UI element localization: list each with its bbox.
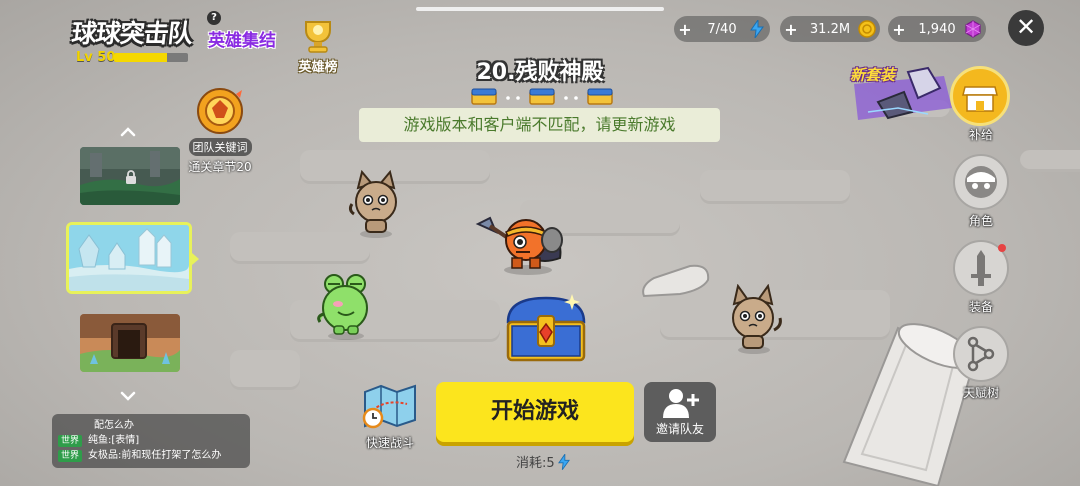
add-gem-icon[interactable]: + — [888, 20, 910, 39]
game-logo: 球球突击队 — [70, 10, 212, 50]
chest-icon — [471, 88, 497, 105]
player-level: Lv 50 — [76, 50, 116, 65]
chat-text: 纯鱼:[表情] — [88, 435, 140, 446]
chevron-down-icon[interactable] — [120, 386, 136, 401]
character-icon — [965, 166, 997, 198]
chat-line: 世界 纯鱼:[表情] — [58, 433, 244, 448]
invite-teammate-button[interactable]: 邀请队友 — [644, 382, 716, 442]
shop-icon — [962, 86, 998, 112]
chest-icon — [587, 88, 613, 105]
world-chat-panel[interactable]: 配怎么办 世界 纯鱼:[表情] 世界 女极品:前和现任打架了怎么办 — [52, 414, 250, 468]
exp-bar-fill — [114, 53, 168, 62]
new-outfit-label: 新套装 — [850, 66, 896, 84]
energy-bolt-icon — [557, 453, 570, 470]
energy-value: 7/40 — [707, 21, 737, 37]
floor-tile — [1020, 150, 1080, 172]
clear-chapter-label: 通关章节20 — [188, 160, 252, 174]
add-gold-icon[interactable]: + — [780, 20, 802, 39]
guild-name[interactable]: 英雄集结 — [208, 26, 276, 51]
chat-channel-badge: 世界 — [58, 434, 83, 447]
start-game-button[interactable]: 开始游戏 — [436, 382, 634, 442]
gold-counter[interactable]: + 31.2M — [780, 16, 880, 42]
chat-text: 女极品:前和现任打架了怎么办 — [88, 450, 222, 461]
treasure-chest[interactable] — [502, 292, 590, 370]
level-card-forest[interactable] — [80, 147, 180, 205]
quick-battle-label: 快速战斗 — [365, 436, 414, 450]
hero-character — [474, 202, 570, 282]
hero-ranking-button[interactable]: 英雄榜 — [292, 14, 344, 75]
chevron-up-icon[interactable] — [120, 122, 136, 137]
gold-value: 31.2M — [809, 21, 851, 37]
floor-tile — [700, 170, 850, 204]
team-keyword-label: 团队关键词 — [188, 138, 252, 156]
exp-bar — [114, 53, 188, 62]
energy-counter[interactable]: + 7/40 — [674, 16, 770, 42]
chat-text: 配怎么办 — [94, 420, 134, 431]
supply-label: 补给 — [968, 128, 993, 142]
energy-bolt-icon — [748, 20, 766, 38]
add-friend-icon — [663, 389, 699, 418]
rock-obstacle — [640, 262, 712, 306]
map-icon — [362, 384, 416, 429]
gem-counter[interactable]: + 1,940 — [888, 16, 986, 42]
chat-line: 配怎么办 — [58, 418, 244, 433]
lock-icon — [124, 169, 138, 184]
chest-icon — [529, 88, 555, 105]
supply-button[interactable] — [950, 66, 1010, 126]
add-energy-icon[interactable]: + — [674, 20, 696, 39]
talent-tree-label: 天赋树 — [962, 386, 999, 400]
cat-enemy — [722, 283, 786, 360]
quick-battle-button[interactable]: 快速战斗 — [360, 384, 420, 451]
purple-gem-icon — [964, 20, 982, 38]
help-icon[interactable]: ? — [207, 11, 221, 25]
energy-cost: 消耗:5 — [516, 452, 570, 471]
hero-ranking-label: 英雄榜 — [298, 60, 338, 75]
new-outfit-banner[interactable]: 新套装 — [848, 62, 956, 124]
role-label: 角色 — [968, 214, 993, 228]
stage-title: 20.残败神殿 — [476, 60, 604, 85]
talent-tree-button[interactable] — [953, 326, 1009, 382]
chat-channel-badge: 世界 — [58, 449, 83, 462]
invite-teammate-label: 邀请队友 — [655, 422, 704, 436]
stage-chest-progress — [470, 86, 616, 106]
selected-indicator — [192, 253, 199, 265]
team-emblem-icon — [192, 86, 248, 136]
pull-handle[interactable] — [416, 7, 664, 11]
trophy-icon — [298, 14, 338, 54]
frog-ally — [316, 270, 378, 346]
chat-line: 世界 女极品:前和现任打架了怎么办 — [58, 448, 244, 463]
battle-scene: 球球突击队 ? 英雄集结 Lv 50 英雄榜 + 7/40 + 31.2M + — [0, 0, 1080, 486]
notification-dot — [998, 244, 1006, 252]
version-mismatch-notice: 游戏版本和客户端不匹配，请更新游戏 — [359, 108, 720, 142]
level-card-cave[interactable] — [80, 314, 180, 372]
role-button[interactable] — [953, 154, 1009, 210]
talent-tree-icon — [967, 336, 995, 372]
cat-enemy — [346, 169, 406, 244]
floor-tile — [230, 350, 300, 390]
gold-coin-icon — [858, 20, 876, 38]
level-card-ice-temple[interactable] — [66, 222, 192, 294]
equipment-label: 装备 — [968, 300, 993, 314]
gem-value: 1,940 — [918, 21, 956, 37]
close-button[interactable]: ✕ — [1008, 10, 1044, 46]
game-title: 球球突击队 — [70, 19, 194, 48]
team-keyword-button[interactable]: 团队关键词 通关章节20 — [186, 86, 254, 175]
energy-cost-label: 消耗:5 — [516, 456, 555, 471]
